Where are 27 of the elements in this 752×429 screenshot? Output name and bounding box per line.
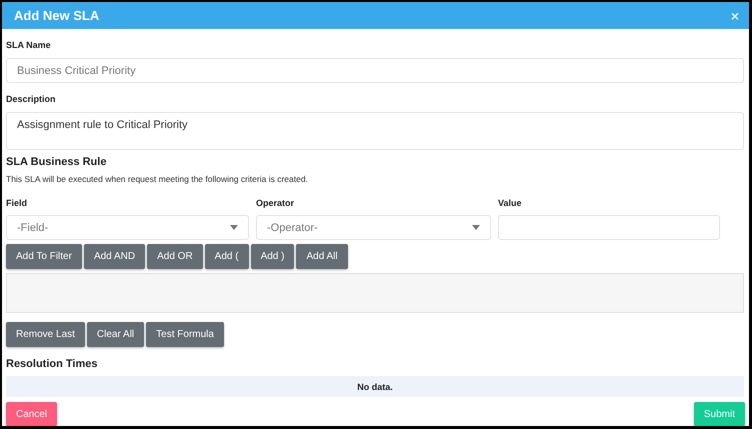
dropdown[interactable]: -Operator- — [256, 215, 491, 240]
field-label: Description — [6, 94, 57, 104]
cancel-button[interactable]: Cancel — [6, 402, 58, 426]
section-heading: SLA Business Rule — [6, 156, 108, 168]
filter-button[interactable]: Add All — [296, 244, 348, 269]
filter-button[interactable]: Add OR — [147, 244, 203, 269]
field-label: Operator — [256, 198, 296, 208]
filter-button[interactable]: Add ( — [204, 244, 249, 269]
caret-icon — [472, 225, 480, 230]
rule-note: This SLA will be executed when request meeting the following criteria is created. — [6, 174, 309, 184]
empty-table-message: No data. — [6, 376, 744, 397]
filter-button[interactable]: Add ) — [250, 244, 294, 269]
formula-button[interactable]: Clear All — [86, 322, 144, 347]
dialog-title: Add New SLA — [14, 8, 100, 23]
field-label: SLA Name — [6, 40, 52, 50]
dropdown[interactable]: -Field- — [6, 215, 249, 240]
filter-button[interactable]: Add To Filter — [6, 244, 82, 269]
description-field[interactable]: Assisgnment rule to Critical Priority — [6, 112, 744, 150]
section-heading: Resolution Times — [6, 358, 98, 370]
formula-button[interactable]: Remove Last — [6, 322, 85, 347]
sla-name-field[interactable]: Business Critical Priority — [6, 58, 744, 83]
value-field[interactable] — [498, 215, 720, 240]
formula-button[interactable]: Test Formula — [146, 322, 224, 347]
caret-icon — [230, 225, 238, 230]
field-label: Field — [6, 198, 28, 208]
field-label: Value — [498, 198, 523, 208]
filter-button[interactable]: Add AND — [84, 244, 146, 269]
